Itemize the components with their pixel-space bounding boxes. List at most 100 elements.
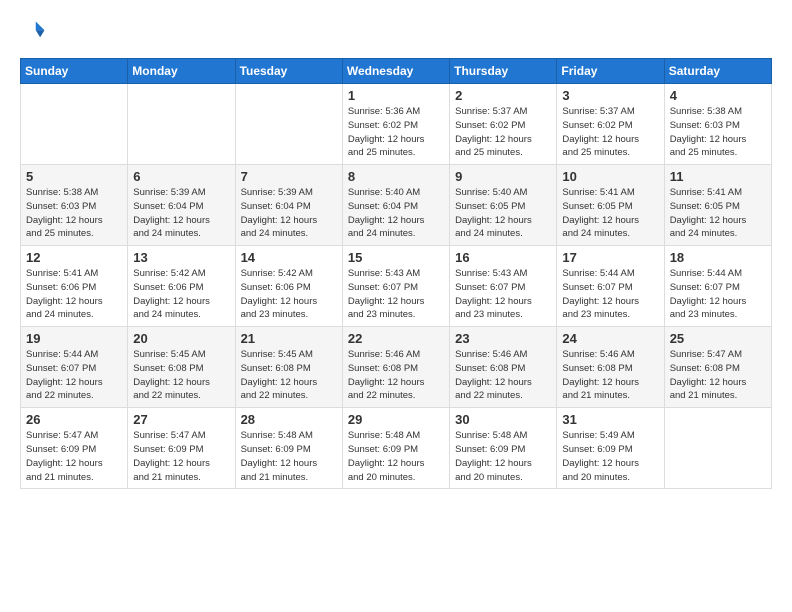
page: SundayMondayTuesdayWednesdayThursdayFrid… [0,0,792,507]
calendar-week-row: 5 Sunrise: 5:38 AM Sunset: 6:03 PM Daylig… [21,165,772,246]
day-info: Sunrise: 5:39 AM Sunset: 6:04 PM Dayligh… [241,186,337,241]
calendar-cell: 23Sunrise: 5:46 AM Sunset: 6:08 PM Dayli… [450,327,557,408]
weekday-header: Thursday [450,59,557,84]
day-info: Sunrise: 5:44 AM Sunset: 6:07 PM Dayligh… [562,267,658,322]
day-number: 3 [562,88,658,103]
day-info: Sunrise: 5:46 AM Sunset: 6:08 PM Dayligh… [455,348,551,403]
day-number: 9 [455,169,551,184]
day-info: Sunrise: 5:42 AM Sunset: 6:06 PM Dayligh… [133,267,229,322]
day-number: 1 [348,88,444,103]
day-info: Sunrise: 5:48 AM Sunset: 6:09 PM Dayligh… [348,429,444,484]
day-info: Sunrise: 5:36 AM Sunset: 6:02 PM Dayligh… [348,105,444,160]
day-number: 19 [26,331,122,346]
calendar-cell: 20 Sunrise: 5:45 AM Sunset: 6:08 PM Dayli… [128,327,235,408]
day-info: Sunrise: 5:47 AM Sunset: 6:08 PM Dayligh… [670,348,766,403]
day-number: 26 [26,412,122,427]
calendar-cell: 13 Sunrise: 5:42 AM Sunset: 6:06 PM Dayli… [128,246,235,327]
calendar-table: SundayMondayTuesdayWednesdayThursdayFrid… [20,58,772,489]
day-number: 7 [241,169,337,184]
weekday-header: Saturday [664,59,771,84]
calendar-week-row: 1 Sunrise: 5:36 AM Sunset: 6:02 PM Daylig… [21,84,772,165]
calendar-cell: 27Sunrise: 5:47 AM Sunset: 6:09 PM Dayli… [128,408,235,489]
day-info: Sunrise: 5:41 AM Sunset: 6:06 PM Dayligh… [26,267,122,322]
day-info: Sunrise: 5:46 AM Sunset: 6:08 PM Dayligh… [348,348,444,403]
day-number: 20 [133,331,229,346]
day-info: Sunrise: 5:45 AM Sunset: 6:08 PM Dayligh… [241,348,337,403]
day-info: Sunrise: 5:44 AM Sunset: 6:07 PM Dayligh… [670,267,766,322]
logo-icon [20,18,48,46]
day-info: Sunrise: 5:43 AM Sunset: 6:07 PM Dayligh… [455,267,551,322]
calendar-cell: 26Sunrise: 5:47 AM Sunset: 6:09 PM Dayli… [21,408,128,489]
day-info: Sunrise: 5:41 AM Sunset: 6:05 PM Dayligh… [670,186,766,241]
day-info: Sunrise: 5:42 AM Sunset: 6:06 PM Dayligh… [241,267,337,322]
weekday-header: Friday [557,59,664,84]
day-number: 2 [455,88,551,103]
day-number: 8 [348,169,444,184]
calendar-cell: 15 Sunrise: 5:43 AM Sunset: 6:07 PM Dayli… [342,246,449,327]
calendar-cell: 3Sunrise: 5:37 AM Sunset: 6:02 PM Daylig… [557,84,664,165]
day-info: Sunrise: 5:38 AM Sunset: 6:03 PM Dayligh… [26,186,122,241]
calendar-cell: 11Sunrise: 5:41 AM Sunset: 6:05 PM Dayli… [664,165,771,246]
day-number: 13 [133,250,229,265]
weekday-header: Tuesday [235,59,342,84]
day-number: 14 [241,250,337,265]
calendar-cell: 18 Sunrise: 5:44 AM Sunset: 6:07 PM Dayli… [664,246,771,327]
calendar-cell: 10 Sunrise: 5:41 AM Sunset: 6:05 PM Dayli… [557,165,664,246]
day-number: 5 [26,169,122,184]
calendar-cell: 14 Sunrise: 5:42 AM Sunset: 6:06 PM Dayli… [235,246,342,327]
day-number: 28 [241,412,337,427]
calendar-cell: 16Sunrise: 5:43 AM Sunset: 6:07 PM Dayli… [450,246,557,327]
calendar-cell: 6 Sunrise: 5:39 AM Sunset: 6:04 PM Daylig… [128,165,235,246]
day-number: 6 [133,169,229,184]
day-info: Sunrise: 5:47 AM Sunset: 6:09 PM Dayligh… [133,429,229,484]
day-info: Sunrise: 5:44 AM Sunset: 6:07 PM Dayligh… [26,348,122,403]
day-number: 15 [348,250,444,265]
calendar-week-row: 12 Sunrise: 5:41 AM Sunset: 6:06 PM Dayli… [21,246,772,327]
calendar-week-row: 26 Sunrise: 5:47 AM Sunset: 6:09 PM Dayli… [21,408,772,489]
day-number: 29 [348,412,444,427]
calendar-cell: 29 Sunrise: 5:48 AM Sunset: 6:09 PM Dayli… [342,408,449,489]
day-info: Sunrise: 5:46 AM Sunset: 6:08 PM Dayligh… [562,348,658,403]
calendar-cell: 31 Sunrise: 5:49 AM Sunset: 6:09 PM Dayli… [557,408,664,489]
calendar-cell: 17Sunrise: 5:44 AM Sunset: 6:07 PM Dayli… [557,246,664,327]
calendar-cell [128,84,235,165]
day-number: 18 [670,250,766,265]
day-number: 31 [562,412,658,427]
calendar-cell: 19 Sunrise: 5:44 AM Sunset: 6:07 PM Dayli… [21,327,128,408]
day-number: 22 [348,331,444,346]
day-info: Sunrise: 5:37 AM Sunset: 6:02 PM Dayligh… [455,105,551,160]
day-number: 21 [241,331,337,346]
weekday-header: Sunday [21,59,128,84]
calendar-cell [21,84,128,165]
weekday-header: Monday [128,59,235,84]
day-info: Sunrise: 5:43 AM Sunset: 6:07 PM Dayligh… [348,267,444,322]
calendar-cell: 9Sunrise: 5:40 AM Sunset: 6:05 PM Daylig… [450,165,557,246]
day-info: Sunrise: 5:41 AM Sunset: 6:05 PM Dayligh… [562,186,658,241]
header [20,18,772,46]
day-number: 24 [562,331,658,346]
calendar-cell: 7 Sunrise: 5:39 AM Sunset: 6:04 PM Daylig… [235,165,342,246]
calendar-cell: 22 Sunrise: 5:46 AM Sunset: 6:08 PM Dayli… [342,327,449,408]
day-number: 12 [26,250,122,265]
calendar-cell: 30 Sunrise: 5:48 AM Sunset: 6:09 PM Dayli… [450,408,557,489]
calendar-cell: 24 Sunrise: 5:46 AM Sunset: 6:08 PM Dayli… [557,327,664,408]
day-info: Sunrise: 5:48 AM Sunset: 6:09 PM Dayligh… [455,429,551,484]
logo [20,18,52,46]
calendar-cell: 8 Sunrise: 5:40 AM Sunset: 6:04 PM Daylig… [342,165,449,246]
weekday-header: Wednesday [342,59,449,84]
calendar-cell: 12 Sunrise: 5:41 AM Sunset: 6:06 PM Dayli… [21,246,128,327]
day-info: Sunrise: 5:40 AM Sunset: 6:04 PM Dayligh… [348,186,444,241]
day-number: 30 [455,412,551,427]
calendar-cell [664,408,771,489]
calendar-cell: 25Sunrise: 5:47 AM Sunset: 6:08 PM Dayli… [664,327,771,408]
calendar-cell [235,84,342,165]
calendar-cell: 2 Sunrise: 5:37 AM Sunset: 6:02 PM Daylig… [450,84,557,165]
day-info: Sunrise: 5:49 AM Sunset: 6:09 PM Dayligh… [562,429,658,484]
day-info: Sunrise: 5:38 AM Sunset: 6:03 PM Dayligh… [670,105,766,160]
day-number: 4 [670,88,766,103]
day-info: Sunrise: 5:45 AM Sunset: 6:08 PM Dayligh… [133,348,229,403]
calendar-cell: 4 Sunrise: 5:38 AM Sunset: 6:03 PM Daylig… [664,84,771,165]
calendar-cell: 21 Sunrise: 5:45 AM Sunset: 6:08 PM Dayli… [235,327,342,408]
day-number: 10 [562,169,658,184]
day-info: Sunrise: 5:39 AM Sunset: 6:04 PM Dayligh… [133,186,229,241]
